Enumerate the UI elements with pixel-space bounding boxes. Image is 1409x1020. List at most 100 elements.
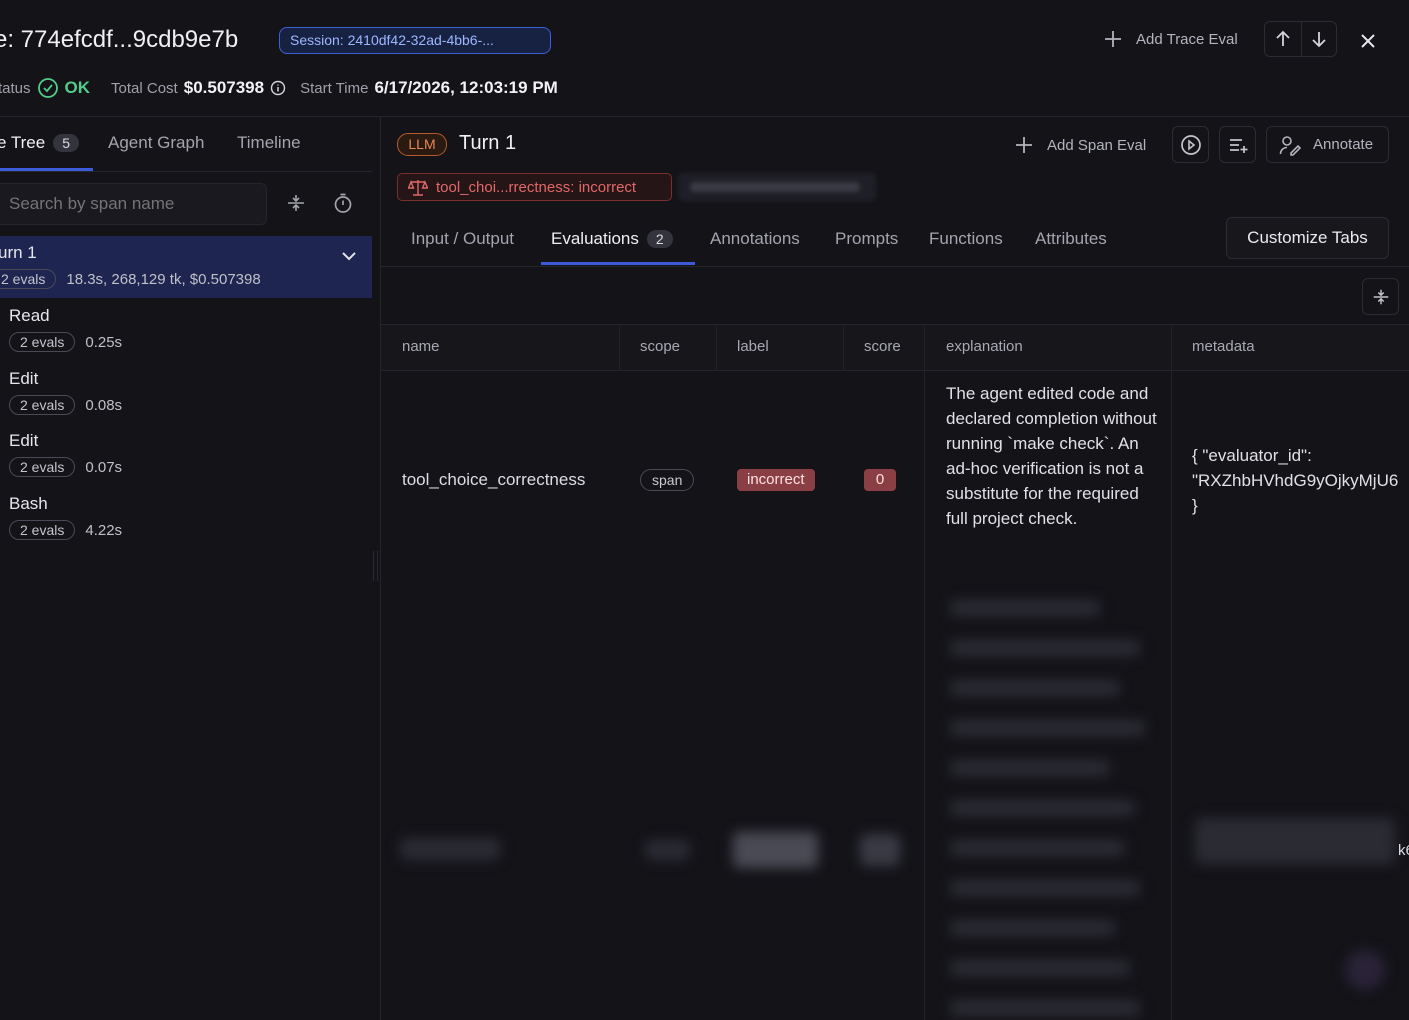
collapse-icon xyxy=(1373,289,1388,304)
tree-node-name: Edit xyxy=(9,431,39,450)
blurred-explanation xyxy=(946,600,1146,1020)
info-icon[interactable] xyxy=(270,80,286,96)
tree-node[interactable]: Bash 2 evals 4.22s xyxy=(9,494,122,540)
blurred-eval-chip xyxy=(678,173,876,201)
span-kind-badge: LLM xyxy=(397,133,447,156)
eval-name-cell: tool_choice_correctness xyxy=(402,470,586,489)
plus-icon xyxy=(1016,137,1032,153)
column-header-score[interactable]: score xyxy=(864,338,901,355)
arrow-down-icon xyxy=(1312,32,1326,48)
add-trace-eval-button[interactable]: Add Trace Eval xyxy=(1102,26,1238,52)
blurred-label xyxy=(733,832,818,868)
tree-node-toggle[interactable] xyxy=(338,245,360,271)
table-header-border xyxy=(381,370,1409,371)
column-header-scope[interactable]: scope xyxy=(640,338,680,355)
start-time-label: Start Time xyxy=(300,79,369,97)
tree-node-name: Bash xyxy=(9,494,48,513)
column-header-metadata[interactable]: metadata xyxy=(1192,338,1255,355)
tab-attributes[interactable]: Attributes xyxy=(1035,229,1107,249)
column-divider xyxy=(1171,324,1172,1020)
tree-node[interactable]: Edit 2 evals 0.07s xyxy=(9,431,122,477)
close-button[interactable] xyxy=(1356,29,1380,53)
evals-badge: 2 evals xyxy=(9,520,76,540)
scope-badge: span xyxy=(640,469,695,491)
tab-input-output[interactable]: Input / Output xyxy=(411,229,514,249)
panel-divider xyxy=(380,117,381,1020)
latency-filter-button[interactable] xyxy=(332,192,354,218)
evals-badge: 2 evals xyxy=(9,332,76,352)
span-title: Turn 1 xyxy=(459,132,517,154)
tab-trace-tree[interactable]: e Tree 5 xyxy=(0,133,79,153)
collapse-all-button[interactable] xyxy=(285,192,307,218)
total-cost-label: Total Cost xyxy=(111,79,178,97)
table-top-border xyxy=(381,324,1409,325)
tab-functions[interactable]: Functions xyxy=(929,229,1003,249)
play-circle-icon xyxy=(1180,134,1201,155)
total-cost-value: $0.507398 xyxy=(183,78,265,97)
status-label: tatus xyxy=(0,79,31,97)
span-eval-chip-label: tool_choi...rrectness: incorrect xyxy=(436,178,637,196)
add-trace-eval-label: Add Trace Eval xyxy=(1136,30,1238,48)
stopwatch-icon xyxy=(334,193,352,213)
blurred-scope xyxy=(645,840,690,860)
next-trace-button[interactable] xyxy=(1300,22,1337,56)
tab-timeline[interactable]: Timeline xyxy=(237,133,301,153)
metadata-line: } xyxy=(1192,496,1198,515)
evals-badge: 2 evals xyxy=(0,269,57,289)
column-divider xyxy=(716,324,717,371)
tree-node-latency: 0.08s xyxy=(85,396,123,414)
add-span-eval-button[interactable]: Add Span Eval xyxy=(1013,133,1146,157)
add-to-dataset-button[interactable] xyxy=(1219,126,1256,163)
column-divider xyxy=(619,324,620,371)
plus-icon xyxy=(1105,31,1121,47)
right-tabs-divider xyxy=(381,266,1409,267)
blurred-metadata-tail: k6 xyxy=(1398,842,1409,859)
annotate-label: Annotate xyxy=(1313,136,1374,153)
span-eval-chip[interactable]: tool_choi...rrectness: incorrect xyxy=(397,173,672,201)
floating-help-button[interactable] xyxy=(1345,950,1385,990)
tab-prompts[interactable]: Prompts xyxy=(835,229,898,249)
score-badge: 0 xyxy=(864,469,896,491)
trace-meta-row: tatus OK Total Cost $0.507398 Start Time… xyxy=(0,76,558,100)
close-icon xyxy=(1361,34,1375,48)
tab-active-indicator xyxy=(541,262,695,265)
span-search-input[interactable] xyxy=(0,183,267,225)
tree-node[interactable]: Read 2 evals 0.25s xyxy=(9,306,122,352)
column-header-label[interactable]: label xyxy=(737,338,769,355)
tree-node-name: urn 1 xyxy=(0,243,37,262)
tab-trace-tree-label: e Tree xyxy=(0,133,46,152)
tab-evaluations[interactable]: Evaluations 2 xyxy=(551,229,673,249)
metadata-line: { "evaluator_id": xyxy=(1192,446,1312,465)
tab-agent-graph[interactable]: Agent Graph xyxy=(108,133,204,153)
customize-tabs-button[interactable]: Customize Tabs xyxy=(1226,217,1389,259)
column-header-name[interactable]: name xyxy=(402,338,440,355)
tree-node-name: Edit xyxy=(9,369,39,388)
column-divider xyxy=(843,324,844,371)
evals-badge: 2 evals xyxy=(9,395,76,415)
panel-resize-handle[interactable] xyxy=(373,551,378,581)
session-link[interactable]: Session: 2410df42-32ad-4bb6-... xyxy=(279,27,551,54)
evals-badge: 2 evals xyxy=(9,457,76,477)
explanation-cell: The agent edited code and declared compl… xyxy=(946,384,1157,528)
left-tabs-divider xyxy=(0,171,372,172)
collapse-rows-button[interactable] xyxy=(1362,278,1399,315)
tree-node[interactable]: Edit 2 evals 0.08s xyxy=(9,369,122,415)
trace-nav-group xyxy=(1264,21,1337,57)
tab-evaluations-count: 2 xyxy=(646,230,673,248)
tab-trace-tree-count: 5 xyxy=(53,134,79,152)
annotate-button[interactable]: Annotate xyxy=(1266,126,1389,163)
tab-annotations[interactable]: Annotations xyxy=(710,229,800,249)
arrow-up-icon xyxy=(1276,30,1290,46)
scale-icon xyxy=(408,180,428,196)
chevron-down-icon xyxy=(342,252,356,261)
tree-node-name: Read xyxy=(9,306,50,325)
column-header-explanation[interactable]: explanation xyxy=(946,338,1023,355)
column-divider xyxy=(924,324,925,1020)
collapse-icon xyxy=(288,195,304,211)
previous-trace-button[interactable] xyxy=(1265,22,1301,56)
tree-node-latency: 0.25s xyxy=(85,333,123,351)
playground-button[interactable] xyxy=(1172,126,1209,163)
metadata-line: "RXZhbHVhdG9yOjkyMjU6 xyxy=(1192,471,1399,490)
user-edit-icon xyxy=(1279,135,1302,156)
blurred-score xyxy=(860,834,900,866)
